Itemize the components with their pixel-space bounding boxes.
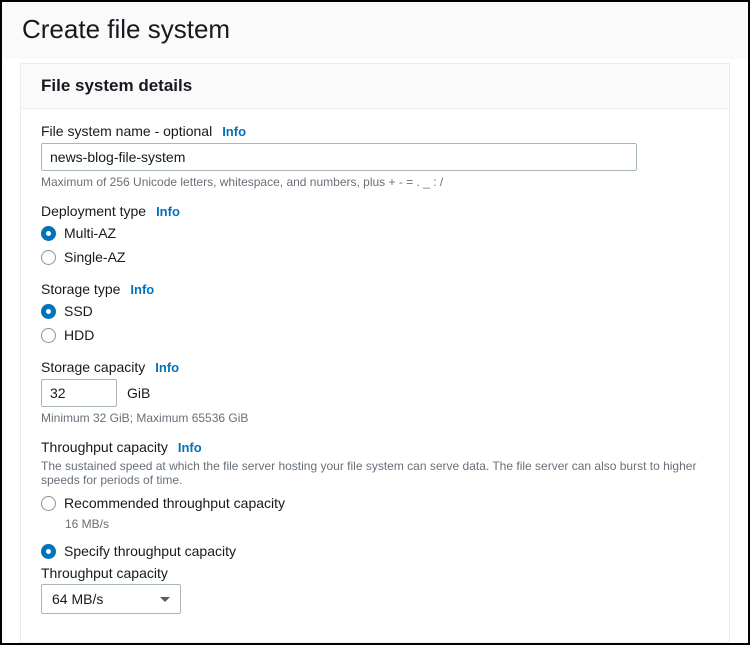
radio-icon bbox=[41, 328, 56, 343]
recommended-throughput-sub: 16 MB/s bbox=[65, 517, 709, 531]
throughput-select-label: Throughput capacity bbox=[41, 565, 709, 581]
radio-label-recommended: Recommended throughput capacity bbox=[64, 493, 285, 513]
info-link-capacity[interactable]: Info bbox=[155, 360, 179, 375]
chevron-down-icon bbox=[160, 597, 170, 602]
radio-label-hdd: HDD bbox=[64, 325, 94, 345]
radio-icon bbox=[41, 544, 56, 559]
radio-label-single-az: Single-AZ bbox=[64, 247, 125, 267]
panel-title: File system details bbox=[41, 76, 709, 96]
file-system-name-field: File system name - optional Info Maximum… bbox=[41, 123, 709, 189]
page-title: Create file system bbox=[22, 14, 728, 45]
radio-specify-throughput[interactable]: Specify throughput capacity bbox=[41, 541, 709, 561]
deployment-type-field: Deployment type Info Multi-AZ Single-AZ bbox=[41, 203, 709, 267]
throughput-capacity-field: Throughput capacity Info The sustained s… bbox=[41, 439, 709, 614]
radio-label-multi-az: Multi-AZ bbox=[64, 223, 116, 243]
radio-icon bbox=[41, 496, 56, 511]
info-link-name[interactable]: Info bbox=[222, 124, 246, 139]
radio-hdd[interactable]: HDD bbox=[41, 325, 709, 345]
radio-icon bbox=[41, 304, 56, 319]
radio-icon bbox=[41, 226, 56, 241]
file-system-details-panel: File system details File system name - o… bbox=[20, 63, 730, 643]
storage-capacity-field: Storage capacity Info GiB Minimum 32 GiB… bbox=[41, 359, 709, 425]
info-link-deployment[interactable]: Info bbox=[156, 204, 180, 219]
storage-capacity-unit: GiB bbox=[127, 385, 150, 401]
radio-label-specify: Specify throughput capacity bbox=[64, 541, 236, 561]
storage-type-field: Storage type Info SSD HDD bbox=[41, 281, 709, 345]
throughput-capacity-select[interactable]: 64 MB/s bbox=[41, 584, 181, 614]
file-system-name-label: File system name - optional bbox=[41, 123, 212, 139]
info-link-storage-type[interactable]: Info bbox=[130, 282, 154, 297]
file-system-name-hint: Maximum of 256 Unicode letters, whitespa… bbox=[41, 175, 709, 189]
radio-single-az[interactable]: Single-AZ bbox=[41, 247, 709, 267]
throughput-capacity-label: Throughput capacity bbox=[41, 439, 168, 455]
storage-capacity-hint: Minimum 32 GiB; Maximum 65536 GiB bbox=[41, 411, 709, 425]
throughput-capacity-desc: The sustained speed at which the file se… bbox=[41, 459, 709, 487]
radio-icon bbox=[41, 250, 56, 265]
storage-type-label: Storage type bbox=[41, 281, 120, 297]
radio-ssd[interactable]: SSD bbox=[41, 301, 709, 321]
storage-capacity-input[interactable] bbox=[41, 379, 117, 407]
info-link-throughput[interactable]: Info bbox=[178, 440, 202, 455]
file-system-name-input[interactable] bbox=[41, 143, 637, 171]
radio-multi-az[interactable]: Multi-AZ bbox=[41, 223, 709, 243]
radio-recommended-throughput[interactable]: Recommended throughput capacity bbox=[41, 493, 709, 513]
storage-capacity-label: Storage capacity bbox=[41, 359, 145, 375]
radio-label-ssd: SSD bbox=[64, 301, 93, 321]
deployment-type-label: Deployment type bbox=[41, 203, 146, 219]
throughput-select-value: 64 MB/s bbox=[52, 591, 103, 607]
